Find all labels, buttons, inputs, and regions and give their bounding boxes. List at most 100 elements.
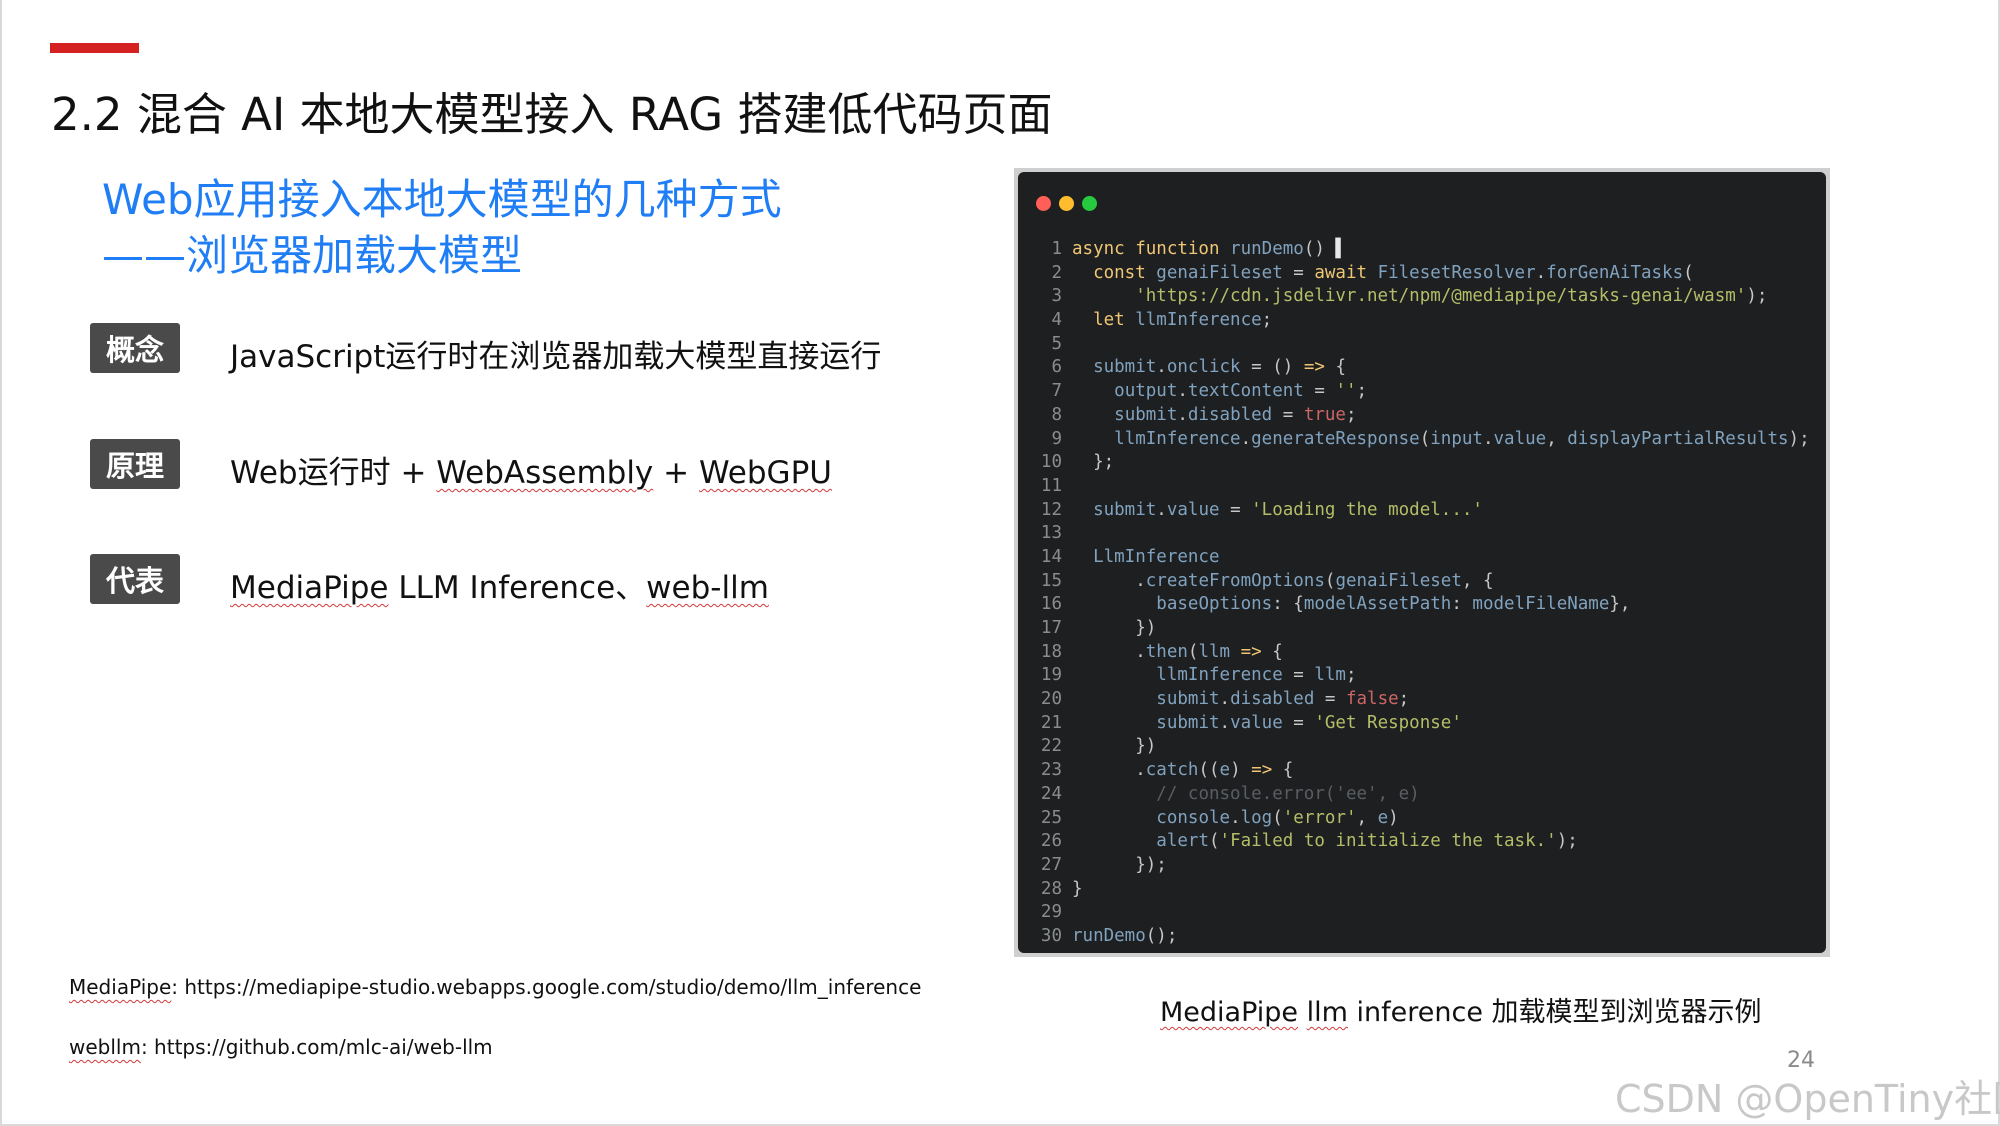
code-token: value	[1230, 712, 1283, 733]
code-token: .	[1177, 381, 1188, 402]
code-token: textContent	[1187, 381, 1304, 402]
code-token: displayPartialResults	[1567, 428, 1789, 449]
line-number: 21	[1040, 712, 1062, 733]
line-number: 7	[1051, 381, 1062, 402]
line-number: 8	[1051, 404, 1062, 425]
code-token: =	[1272, 404, 1304, 425]
code-token: =>	[1240, 641, 1262, 662]
concept-description: JavaScript运行时在浏览器加载大模型直接运行	[230, 339, 882, 375]
code-token: ,	[1546, 428, 1568, 449]
line-number: 28	[1040, 878, 1062, 899]
web-llm-term: web-llm	[646, 570, 769, 606]
line-number: 3	[1051, 286, 1062, 307]
watermark: CSDN @OpenTiny社区	[1615, 1077, 2000, 1121]
mediapipe-term: MediaPipe	[230, 570, 389, 606]
code-text: runDemo();	[1072, 925, 1177, 949]
code-line: 29	[1030, 901, 1822, 925]
representative-text-b: LLM Inference、	[388, 570, 647, 606]
code-token: : {	[1272, 594, 1304, 615]
code-token: );	[1556, 831, 1578, 852]
code-text: }	[1072, 878, 1083, 902]
code-line: 19 llmInference = llm;	[1030, 664, 1822, 688]
code-token: =>	[1303, 357, 1325, 378]
caption-rest: inference 加载模型到浏览器示例	[1347, 997, 1762, 1028]
line-number: 4	[1051, 310, 1062, 331]
code-line: 7 output.textContent = '';	[1030, 380, 1822, 404]
code-text: submit.disabled = true;	[1072, 404, 1357, 428]
code-token: ;	[1345, 404, 1357, 425]
line-number: 6	[1051, 357, 1062, 378]
code-token: =	[1282, 262, 1315, 283]
code-text: alert('Failed to initialize the task.');	[1072, 830, 1578, 854]
code-token: catch	[1145, 760, 1199, 781]
line-number: 15	[1040, 570, 1062, 591]
code-token: runDemo	[1230, 239, 1304, 259]
code-line: 4 let llmInference;	[1030, 309, 1822, 333]
code-token: =>	[1251, 760, 1273, 781]
code-token: })	[1072, 736, 1157, 757]
code-token: .	[1219, 689, 1231, 710]
code-line: 9 llmInference.generateResponse(input.va…	[1030, 428, 1822, 452]
caption-space	[1298, 997, 1307, 1028]
code-text: submit.disabled = false;	[1072, 688, 1409, 712]
code-text: .then(llm => {	[1072, 641, 1283, 665]
code-token: .	[1535, 262, 1547, 283]
principle-description: Web运行时 + WebAssembly + WebGPU	[230, 447, 832, 492]
line-number: 22	[1040, 736, 1062, 757]
line-number: 10	[1040, 452, 1062, 473]
code-token: }	[1072, 878, 1083, 899]
principle-text-a: Web运行时 +	[230, 455, 437, 491]
code-line: 6 submit.onclick = () => {	[1030, 356, 1822, 380]
code-token: (	[1324, 570, 1336, 591]
caption-mediapipe: MediaPipe	[1160, 997, 1299, 1028]
caption-llm: llm	[1306, 997, 1348, 1028]
code-token: submit	[1156, 689, 1220, 710]
code-token: const	[1093, 262, 1157, 283]
code-token: alert	[1156, 831, 1209, 852]
code-token: value	[1493, 428, 1547, 449]
code-token: submit	[1156, 712, 1220, 733]
tag-concept: 概念	[90, 323, 180, 373]
code-text: LlmInference	[1072, 546, 1220, 570]
code-line: 15 .createFromOptions(genaiFileset, {	[1030, 570, 1822, 594]
accent-bar	[50, 43, 139, 53]
code-text: llmInference = llm;	[1072, 664, 1356, 688]
code-token: .	[1219, 712, 1231, 733]
code-token: function	[1135, 239, 1231, 259]
code-token: createFromOptions	[1145, 570, 1325, 591]
code-line: 10 };	[1030, 451, 1822, 475]
subtitle-line-1: Web应用接入本地大模型的几种方式	[102, 175, 782, 224]
code-text: submit.value = 'Loading the model...'	[1072, 499, 1483, 523]
code-text: const genaiFileset = await FilesetResolv…	[1072, 262, 1694, 286]
code-line: 13	[1030, 522, 1822, 546]
code-token: .	[1482, 428, 1494, 449]
code-text: });	[1072, 854, 1167, 878]
code-token: 'Failed to initialize the task.'	[1219, 831, 1557, 852]
close-dot-icon	[1036, 196, 1051, 211]
code-token: disabled	[1230, 689, 1315, 710]
code-text: })	[1072, 617, 1156, 641]
line-number: 9	[1051, 428, 1062, 449]
code-token: .	[1240, 428, 1252, 449]
code-text: console.log('error', e)	[1072, 807, 1398, 831]
code-token: modelFileName	[1472, 594, 1610, 615]
footnote-mediapipe-link[interactable]: : https://mediapipe-studio.webapps.googl…	[171, 975, 921, 999]
code-token: onclick	[1166, 357, 1241, 378]
code-token: (	[1419, 428, 1431, 449]
code-text: })	[1072, 735, 1156, 759]
footnote-webllm-link[interactable]: : https://github.com/mlc-ai/web-llm	[141, 1035, 493, 1059]
code-line: 26 alert('Failed to initialize the task.…	[1030, 830, 1822, 854]
code-token: ''	[1335, 381, 1357, 402]
code-line: 30 runDemo();	[1030, 925, 1822, 949]
code-token: submit	[1093, 357, 1157, 378]
code-token: llm	[1198, 641, 1231, 662]
code-token: .	[1177, 404, 1188, 425]
tag-representative: 代表	[90, 554, 180, 604]
code-token: runDemo	[1072, 925, 1146, 946]
code-token: LlmInference	[1093, 546, 1220, 567]
code-token: 'error'	[1282, 807, 1357, 828]
code-token: = ()	[1240, 357, 1304, 378]
